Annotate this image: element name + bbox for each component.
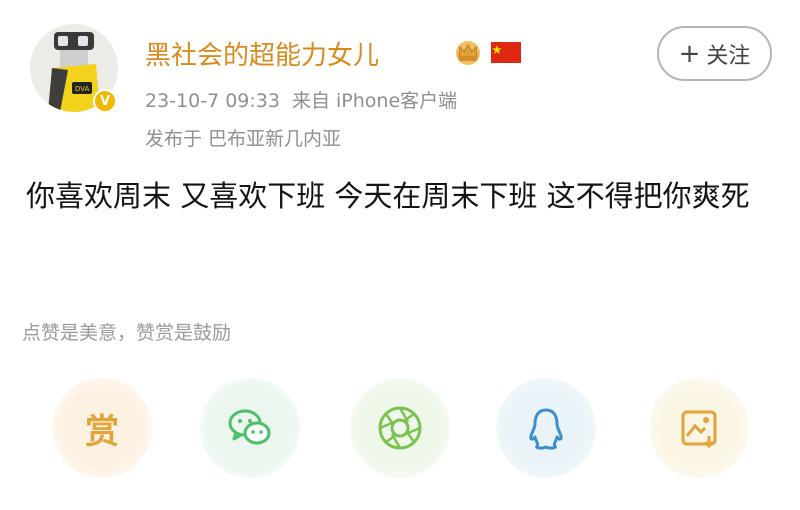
- crown-icon: [456, 41, 480, 65]
- plus-icon: +: [678, 38, 701, 69]
- post-meta: 23-10-7 09:33 来自 iPhone客户端: [145, 86, 457, 113]
- qq-icon: [529, 408, 563, 450]
- save-image-icon: [681, 410, 717, 449]
- save-image-button[interactable]: [649, 378, 749, 478]
- post-text: 你喜欢周末 又喜欢下班 今天在周末下班 这不得把你爽死: [26, 179, 750, 213]
- reward-icon: 赏: [85, 411, 119, 452]
- username[interactable]: 黑社会的超能力女儿: [145, 35, 379, 72]
- wechat-share-button[interactable]: [200, 378, 300, 478]
- share-actions: 赏: [0, 378, 800, 488]
- post-location: 发布于 巴布亚新几内亚: [145, 128, 342, 150]
- svg-text:DVA: DVA: [75, 85, 90, 93]
- china-flag-icon: [491, 42, 521, 63]
- follow-button[interactable]: + 关注: [657, 26, 772, 81]
- moments-icon: [378, 406, 422, 450]
- wechat-icon: [228, 409, 271, 445]
- verified-badge: V: [93, 89, 117, 113]
- reward-hint: 点赞是美意，赞赏是鼓励: [22, 322, 232, 344]
- follow-label: 关注: [706, 43, 751, 69]
- post-date: 23-10-7 09:33: [145, 90, 280, 112]
- post-source: 来自 iPhone客户端: [291, 90, 458, 112]
- qq-share-button[interactable]: [496, 378, 596, 478]
- moments-share-button[interactable]: [350, 378, 450, 478]
- reward-button[interactable]: 赏: [52, 378, 152, 478]
